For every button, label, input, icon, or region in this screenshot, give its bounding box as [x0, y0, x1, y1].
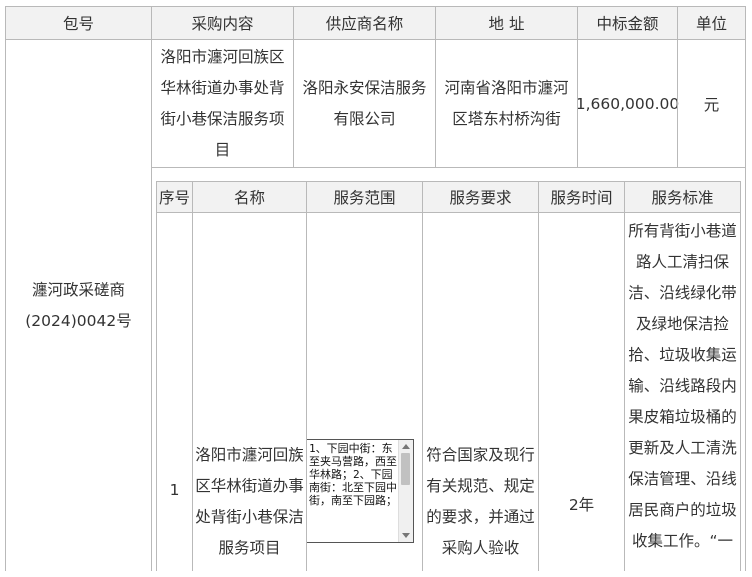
sub-header-requirement: 服务要求: [423, 182, 538, 212]
service-scope-text: 1、下园中街：东至夹马营路，西至华林路；2、下园南街：北至下园中街，南至下园路；: [309, 442, 397, 507]
header-package-no: 包号: [6, 7, 151, 39]
grid-line: [538, 181, 539, 571]
header-amount: 中标金额: [578, 7, 677, 39]
grid-line: [624, 181, 625, 571]
grid-line: [5, 6, 6, 571]
sub-header-name: 名称: [193, 182, 306, 212]
sub-header-time: 服务时间: [539, 182, 624, 212]
grid-line: [5, 39, 746, 40]
scroll-up-arrow-icon[interactable]: [402, 444, 410, 449]
grid-line: [740, 181, 741, 571]
sub-header-standard: 服务标准: [625, 182, 740, 212]
grid-line: [577, 6, 578, 168]
grid-line: [435, 6, 436, 168]
grid-line: [5, 6, 746, 7]
service-scope-textarea[interactable]: 1、下园中街：东至夹马营路，西至华林路；2、下园南街：北至下园中街，南至下园路；: [306, 439, 414, 543]
sub-header-scope: 服务范围: [307, 182, 422, 212]
header-unit: 单位: [678, 7, 745, 39]
scrollbar[interactable]: [398, 440, 413, 542]
header-supplier: 供应商名称: [294, 7, 435, 39]
address-cell: 河南省洛阳市瀍河区塔东村桥沟街: [444, 78, 569, 128]
grid-line: [306, 181, 307, 213]
grid-line: [151, 6, 152, 571]
sub-requirement-cell: 符合国家及现行有关规范、规定的要求，并通过采购人验收: [426, 446, 535, 557]
grid-line: [192, 181, 193, 571]
grid-line: [156, 212, 741, 213]
sub-seq-cell: 1: [169, 481, 180, 499]
grid-line: [422, 181, 423, 571]
scroll-down-arrow-icon[interactable]: [402, 533, 410, 538]
grid-line: [306, 213, 307, 571]
header-address: 地 址: [436, 7, 577, 39]
grid-line: [156, 181, 157, 571]
header-content: 采购内容: [152, 7, 293, 39]
sub-header-seq: 序号: [157, 182, 192, 212]
supplier-cell: 洛阳永安保洁服务有限公司: [302, 78, 427, 128]
content-cell: 洛阳市瀍河回族区华林街道办事处背街小巷保洁服务项目: [160, 47, 285, 159]
sub-standard-cell: 所有背街小巷道路人工清扫保洁、沿线绿化带及绿地保洁捡拾、垃圾收集运输、沿线路段内…: [628, 222, 737, 550]
package-no-cell: 瀍河政采磋商 (2024)0042号: [25, 280, 132, 330]
grid-line: [745, 6, 746, 571]
scroll-thumb[interactable]: [401, 453, 410, 485]
sub-time-cell: 2年: [568, 496, 595, 514]
grid-line: [293, 6, 294, 168]
grid-line: [677, 6, 678, 168]
grid-line: [151, 167, 746, 168]
sub-name-cell: 洛阳市瀍河回族区华林街道办事处背街小巷保洁服务项目: [195, 446, 304, 557]
grid-line: [156, 181, 741, 182]
amount-cell: 1,660,000.00: [575, 94, 680, 113]
unit-cell: 元: [703, 95, 720, 114]
